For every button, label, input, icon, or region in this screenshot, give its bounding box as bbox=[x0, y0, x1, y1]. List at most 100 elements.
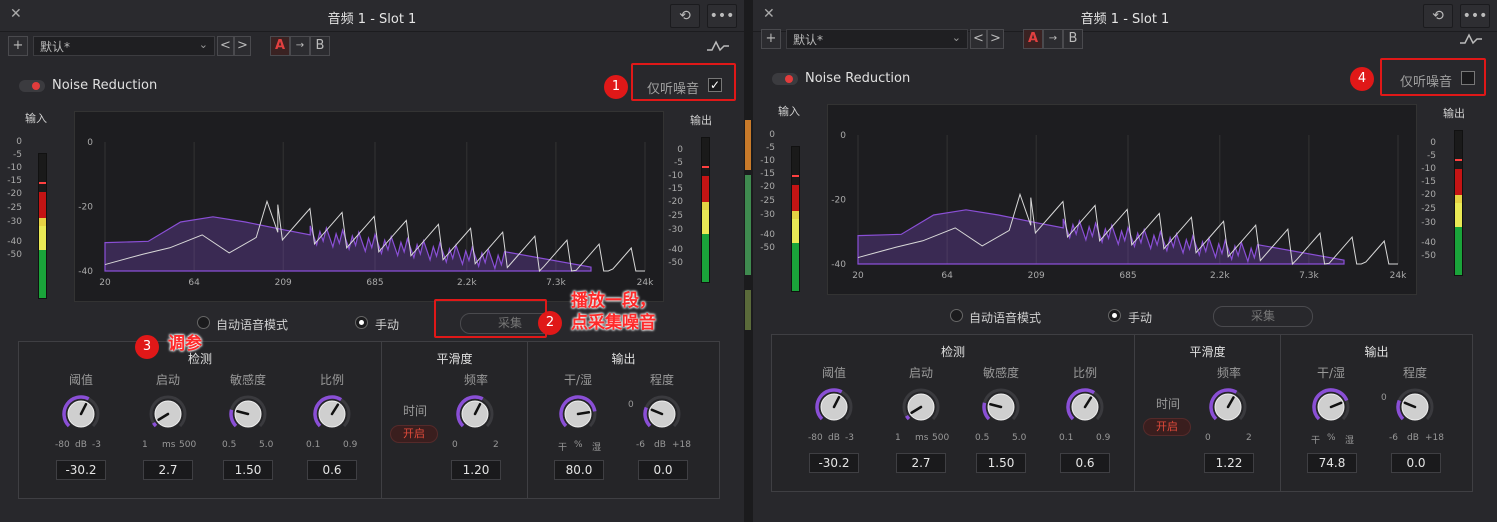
plugin-enable-toggle[interactable] bbox=[19, 80, 45, 92]
range-max: 2 bbox=[1246, 433, 1252, 443]
freq-value-field[interactable]: 1.22 bbox=[1204, 453, 1254, 473]
annotation-badge-4: 4 bbox=[1350, 67, 1374, 91]
auto-speech-label: 自动语音模式 bbox=[216, 318, 289, 332]
undefined-arc bbox=[152, 421, 158, 428]
ab-a-button[interactable]: A bbox=[1023, 29, 1043, 49]
range-unit: ms bbox=[162, 440, 176, 450]
meter-tick: -20 bbox=[1421, 190, 1436, 200]
param-value-field[interactable]: 0.6 bbox=[1060, 453, 1110, 473]
prev-preset-button[interactable]: < bbox=[217, 36, 234, 56]
level-tick: 0 bbox=[840, 131, 846, 141]
output-section: 输出 干/湿干% 湿 74.8 程度 0 -6 dB +18 0.0 bbox=[1281, 334, 1473, 492]
level-tick: -40 bbox=[78, 267, 93, 277]
ab-copy-button[interactable]: → bbox=[1043, 29, 1063, 49]
plus-icon: + bbox=[765, 31, 777, 46]
meter-tick: -10 bbox=[7, 163, 22, 173]
param-value-field[interactable]: -30.2 bbox=[56, 460, 106, 480]
param-value-field[interactable]: 2.7 bbox=[896, 453, 946, 473]
window-title: 音频 1 - Slot 1 bbox=[1080, 12, 1170, 27]
prev-preset-button[interactable]: < bbox=[970, 29, 987, 49]
detection-section: 检测 阈值 -80 dB -3 -30.2 启动 1 ms 500 2.7 敏感度 0.5 5.0 1.50… bbox=[771, 334, 1135, 492]
meter-yellow2 bbox=[792, 219, 799, 243]
ab-copy-button[interactable]: → bbox=[290, 36, 310, 56]
more-button[interactable]: ••• bbox=[1460, 4, 1490, 28]
meter-peak bbox=[1455, 159, 1462, 161]
output-section: 输出 干/湿干% 湿 80.0 程度 0 -6 dB +18 0.0 bbox=[528, 341, 720, 499]
chevron-down-icon: ⌄ bbox=[198, 38, 208, 51]
meter-tick: -40 bbox=[7, 237, 22, 247]
meter-tick: -5 bbox=[1427, 151, 1436, 161]
annotation-line-2: 点采集噪音 bbox=[571, 313, 656, 333]
freq-tick: 20 bbox=[852, 271, 864, 281]
freq-tick: 20 bbox=[99, 278, 111, 288]
time-enable-button[interactable]: 开启 bbox=[390, 425, 438, 443]
history-button[interactable]: ⟲ bbox=[1423, 4, 1453, 28]
meter-tick: -5 bbox=[13, 150, 22, 160]
curve-icon[interactable] bbox=[1459, 31, 1483, 47]
level-tick: 0 bbox=[87, 138, 93, 148]
history-button[interactable]: ⟲ bbox=[670, 4, 700, 28]
meter-tick: 0 bbox=[16, 137, 22, 147]
amount-zero: 0 bbox=[1381, 393, 1387, 403]
meter-tick: -40 bbox=[668, 245, 683, 255]
ab-b-button[interactable]: B bbox=[1063, 29, 1083, 49]
manual-radio[interactable] bbox=[1108, 309, 1121, 322]
amount-zero: 0 bbox=[628, 400, 634, 410]
meter-peak bbox=[702, 166, 709, 168]
annotation-box-capture bbox=[434, 299, 547, 338]
param-label: 阈值 bbox=[821, 366, 846, 380]
meter-yellow2 bbox=[39, 226, 46, 250]
freq-tick: 24k bbox=[1390, 271, 1407, 281]
range-max: 500 bbox=[179, 440, 197, 450]
amount-value-field[interactable]: 0.0 bbox=[638, 460, 688, 480]
time-enable-button[interactable]: 开启 bbox=[1143, 418, 1191, 436]
next-preset-button[interactable]: > bbox=[987, 29, 1004, 49]
curve-icon[interactable] bbox=[706, 38, 730, 54]
meter-tick: -30 bbox=[1421, 218, 1436, 228]
range-max: 湿 bbox=[1345, 436, 1355, 446]
manual-radio[interactable] bbox=[355, 316, 368, 329]
meter-tick: -50 bbox=[7, 250, 22, 260]
add-button[interactable]: + bbox=[761, 29, 781, 49]
more-button[interactable]: ••• bbox=[707, 4, 737, 28]
freq-label: 频率 bbox=[1216, 366, 1241, 380]
auto-speech-radio[interactable] bbox=[950, 309, 963, 322]
meter-yellow2 bbox=[1455, 203, 1462, 227]
meter-red bbox=[39, 192, 46, 218]
range-min: 0 bbox=[452, 440, 458, 450]
next-preset-button[interactable]: > bbox=[234, 36, 251, 56]
range-min: -80 bbox=[55, 440, 70, 450]
ab-b-button[interactable]: B bbox=[310, 36, 330, 56]
output-title: 输出 bbox=[1364, 345, 1389, 359]
preset-select[interactable]: 默认* ⌄ bbox=[33, 36, 215, 56]
annotation-tune-text: 调参 bbox=[168, 334, 202, 354]
range-unit: dB bbox=[654, 440, 666, 450]
meter-tick: 0 bbox=[677, 145, 683, 155]
range-max: 湿 bbox=[592, 443, 602, 453]
range-max: 5.0 bbox=[259, 440, 274, 450]
auto-speech-radio[interactable] bbox=[197, 316, 210, 329]
meter-yellow2 bbox=[702, 210, 709, 234]
meter-tick: -20 bbox=[760, 182, 775, 192]
meter-tick: -25 bbox=[760, 196, 775, 206]
drywet-value-field[interactable]: 80.0 bbox=[554, 460, 604, 480]
amount-value-field[interactable]: 0.0 bbox=[1391, 453, 1441, 473]
freq-value-field[interactable]: 1.20 bbox=[451, 460, 501, 480]
add-button[interactable]: + bbox=[8, 36, 28, 56]
ab-a-button[interactable]: A bbox=[270, 36, 290, 56]
drywet-value-field[interactable]: 74.8 bbox=[1307, 453, 1357, 473]
capture-button[interactable]: 采集 bbox=[1213, 306, 1313, 327]
preset-select[interactable]: 默认* ⌄ bbox=[786, 29, 968, 49]
param-value-field[interactable]: 2.7 bbox=[143, 460, 193, 480]
meter-tick: -5 bbox=[674, 158, 683, 168]
meter-tick: -10 bbox=[668, 171, 683, 181]
meter-red bbox=[702, 176, 709, 202]
plugin-enable-toggle[interactable] bbox=[772, 73, 798, 85]
param-value-field[interactable]: -30.2 bbox=[809, 453, 859, 473]
param-value-field[interactable]: 0.6 bbox=[307, 460, 357, 480]
param-value-field[interactable]: 1.50 bbox=[976, 453, 1026, 473]
param-value-field[interactable]: 1.50 bbox=[223, 460, 273, 480]
param-label: 比例 bbox=[1072, 366, 1097, 380]
timeline-strip bbox=[744, 0, 753, 522]
meter-red bbox=[792, 185, 799, 211]
